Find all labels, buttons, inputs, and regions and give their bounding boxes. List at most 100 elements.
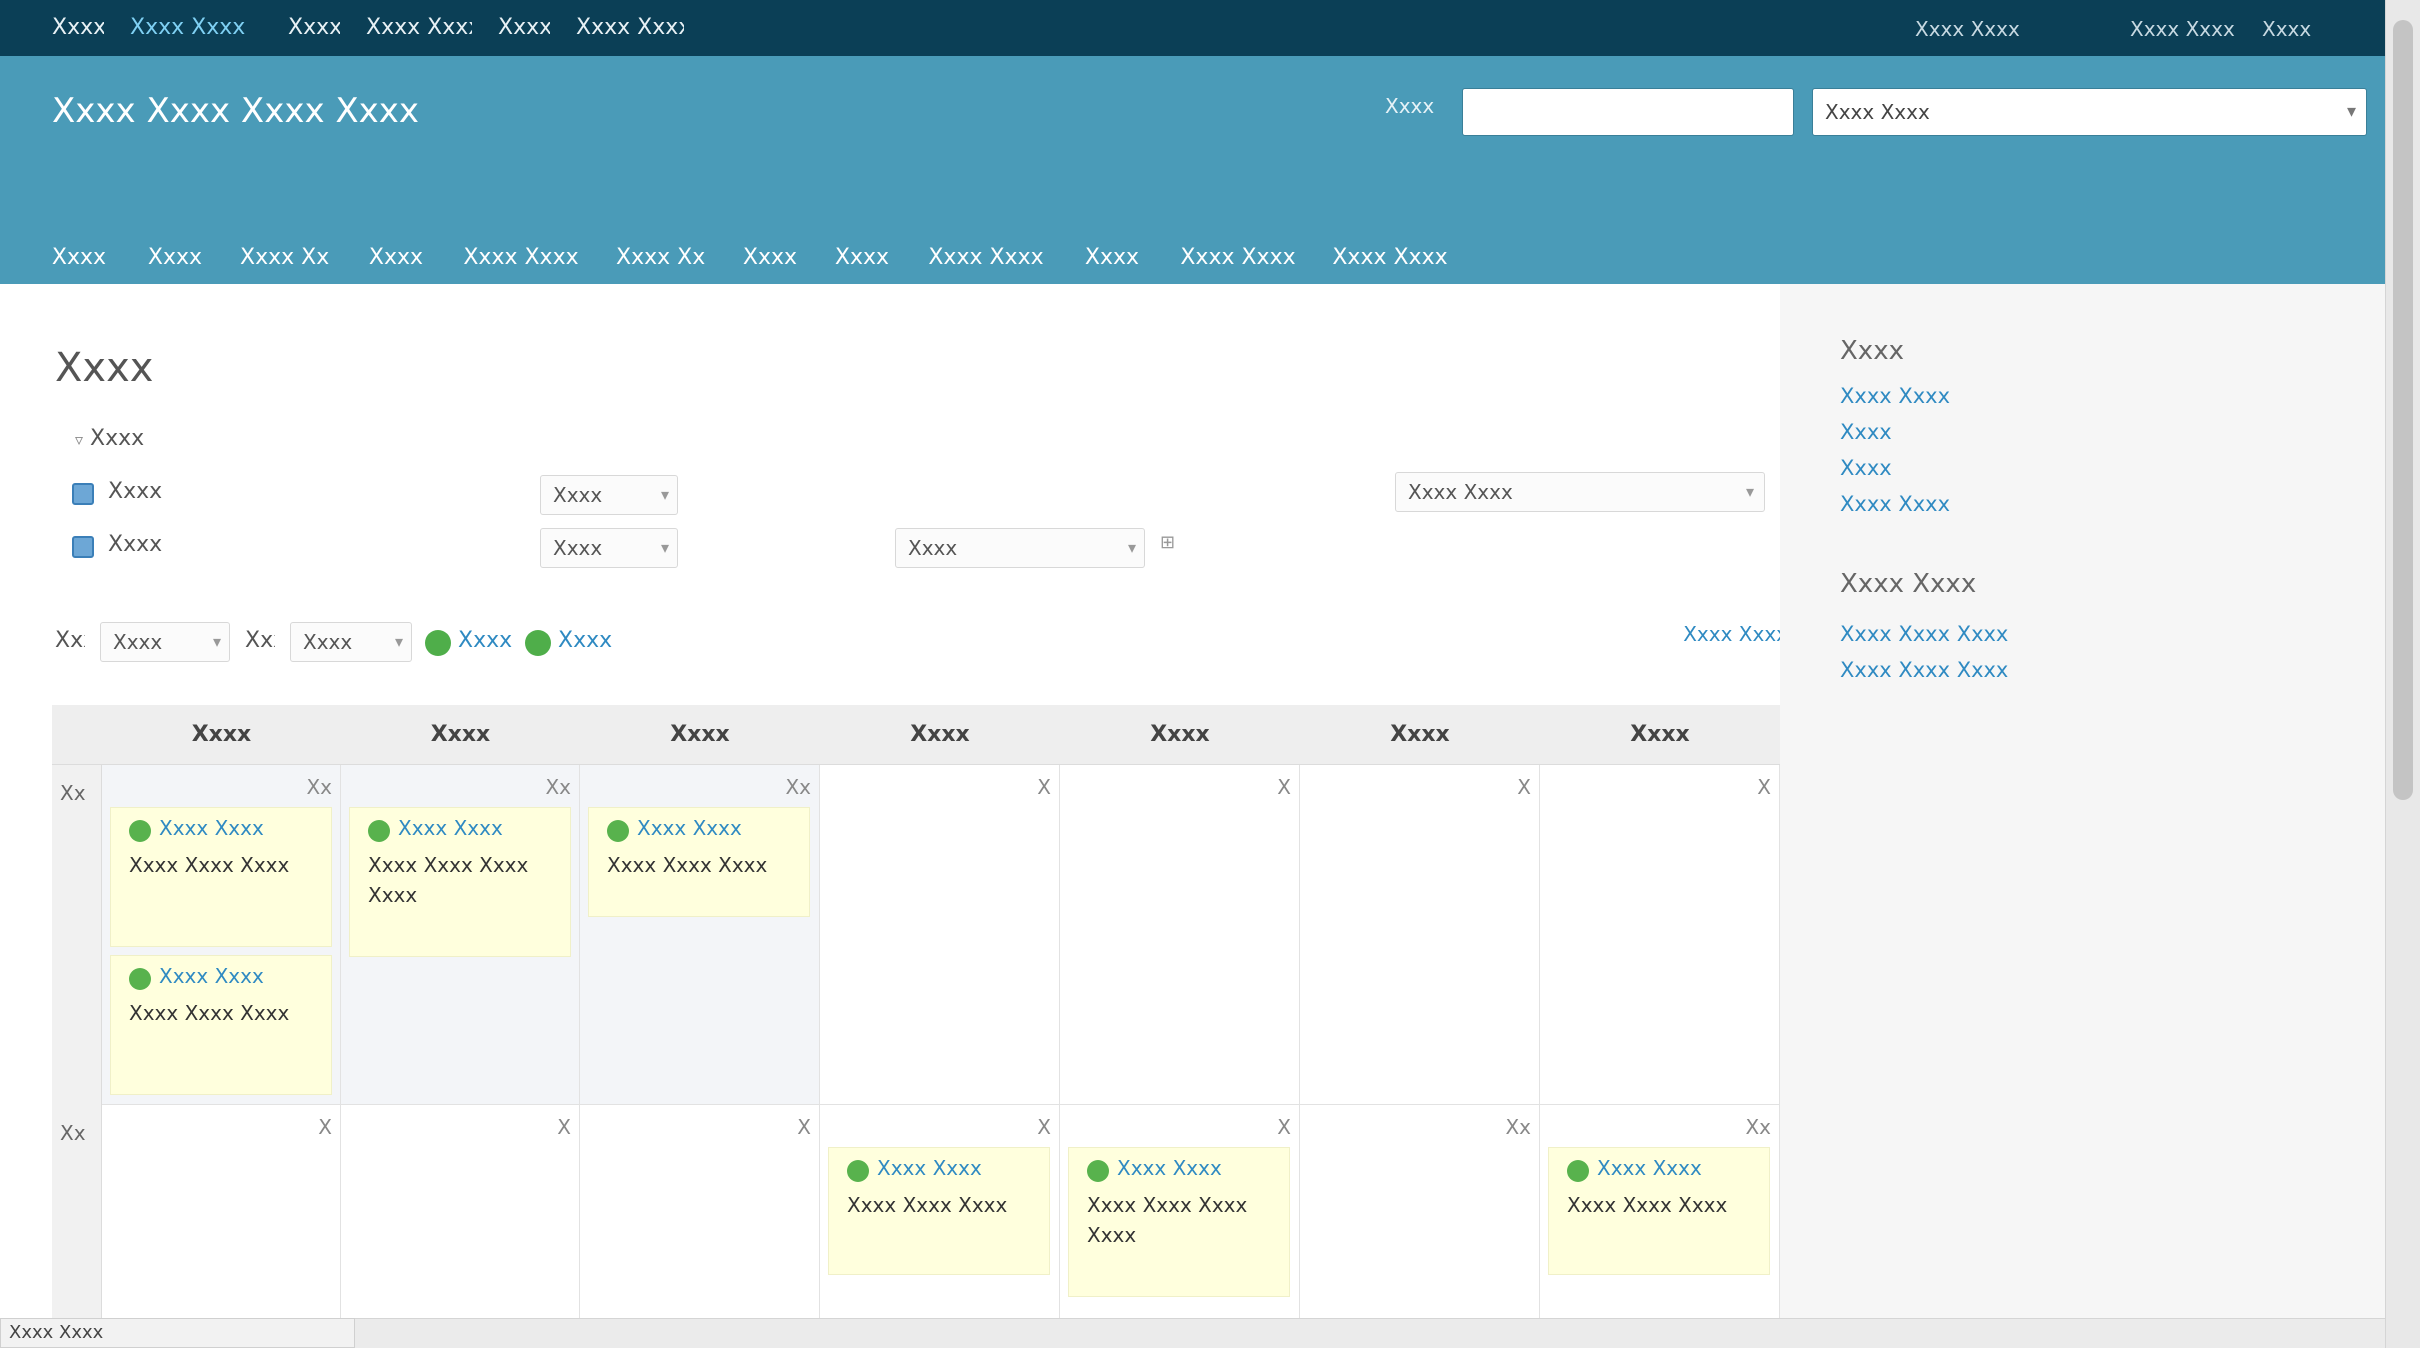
filter-name: Xxxx [108,532,163,557]
search-label: Xxxx [1385,94,1435,118]
collapse-arrow-icon: ▿ [75,430,84,449]
day-cell: X [102,1105,341,1321]
filter-toggle[interactable]: ▿ Xxxx [75,426,195,460]
filter-name: Xxxx [108,479,163,504]
calendar-issue[interactable]: Xxxx Xxxx Xxxx Xxxx Xxxx [110,807,332,947]
sign-out-link[interactable]: Xxxx [2262,17,2324,41]
issue-link[interactable]: Xxxx Xxxx [398,816,558,846]
chevron-down-icon: ▾ [2346,101,2356,122]
apply-link[interactable]: Xxxx [458,628,518,658]
chevron-down-icon: ▾ [394,632,403,651]
year-select[interactable]: Xxxx ▾ [290,622,412,662]
issue-link[interactable]: Xxxx Xxxx [1597,1156,1757,1186]
header: Xxxx Xxxx Xxxx Xxxx Xxxx Xxxx Xxxx ▾ Xxx… [0,56,2385,284]
project-jump-select[interactable]: Xxxx Xxxx ▾ [1812,88,2367,136]
issue-status-icon [368,820,390,842]
filter-value-select[interactable]: Xxxx ▾ [895,528,1145,568]
checkbox-checked-icon[interactable] [72,536,94,558]
issue-link[interactable]: Xxxx Xxxx [1117,1156,1277,1186]
calendar-issue[interactable]: Xxxx Xxxx Xxxx Xxxx Xxxx [1548,1147,1770,1275]
weekday-header: Xxxx [670,722,730,747]
calendar-month-nav[interactable]: Xxxx Xxxx [1570,622,1788,652]
sidebar-link[interactable]: Xxxx [1840,420,2140,450]
month-select[interactable]: Xxxx ▾ [100,622,230,662]
project-jump-value: Xxxx Xxxx [1825,100,1930,124]
top-nav-item[interactable]: Xxxx Xxxx [130,15,262,41]
day-cell: Xx Xxxx Xxxx Xxxx Xxxx Xxxx [580,765,820,1105]
calendar-issue[interactable]: Xxxx Xxxx Xxxx Xxxx Xxxx Xxxx [1068,1147,1290,1297]
chevron-down-icon: ▾ [660,538,669,557]
week-number: Xx [60,1121,86,1145]
week-number-cell: Xx [52,1105,102,1321]
top-nav-item[interactable]: Xxxx Xxxx [576,15,684,41]
top-nav-item[interactable]: Xxxx Xxxx [366,15,472,41]
chevron-down-icon: ▾ [1127,538,1136,557]
weekday-header: Xxxx [910,722,970,747]
checkbox-checked-icon[interactable] [72,483,94,505]
sidebar-link[interactable]: Xxxx Xxxx Xxxx [1840,658,2260,688]
top-nav-item[interactable]: Xxxx [498,15,550,41]
day-number: Xx [1505,1115,1531,1139]
calendar-issue[interactable]: Xxxx Xxxx Xxxx Xxxx Xxxx [828,1147,1050,1275]
main-tab[interactable]: Xxxx [366,238,426,284]
main-tab[interactable]: Xxxx [742,238,798,284]
weekday-header: Xxxx [191,722,252,747]
main-tab[interactable]: Xxxx [48,238,110,284]
main-tab[interactable]: Xxxx [145,238,205,284]
day-number: X [1037,775,1051,799]
toggle-multi-select-icon[interactable]: ⊞ [1160,532,1175,553]
horizontal-scrollbar[interactable] [0,1318,2385,1348]
vertical-scrollbar-thumb[interactable] [2393,20,2413,800]
reload-icon [525,630,551,656]
issue-link[interactable]: Xxxx Xxxx [159,816,319,846]
issue-subject: Xxxx Xxxx Xxxx [847,1193,1008,1217]
month-label: Xxxx [55,628,85,653]
day-cell: Xx [1300,1105,1540,1321]
main-tab[interactable]: Xxxx [1082,238,1142,284]
search-input[interactable] [1462,88,1794,136]
main-tab[interactable]: Xxxx Xxxx [1332,238,1448,284]
issue-link[interactable]: Xxxx Xxxx [877,1156,1037,1186]
filter-operator-select[interactable]: Xxxx ▾ [540,475,678,515]
main-tab[interactable]: Xxxx Xxxx [926,238,1046,284]
issue-status-icon [1087,1160,1109,1182]
main-tab[interactable]: Xxxx Xxxx [462,238,580,284]
calendar-issue[interactable]: Xxxx Xxxx Xxxx Xxxx Xxxx [588,807,810,917]
issue-status-icon [1567,1160,1589,1182]
sidebar-heading: Xxxx [1840,336,1904,366]
calendar-header: Xxxx Xxxx Xxxx Xxxx Xxxx Xxxx Xxxx [52,705,1780,765]
issue-subject: Xxxx Xxxx Xxxx [607,853,768,877]
check-icon [425,630,451,656]
day-number: X [797,1115,811,1139]
main-tab[interactable]: Xxxx [834,238,890,284]
top-nav-item[interactable]: Xxxx [52,15,104,41]
day-cell: Xx Xxxx Xxxx Xxxx Xxxx Xxxx Xxxx Xxxx Xx… [102,765,341,1105]
calendar-issue[interactable]: Xxxx Xxxx Xxxx Xxxx Xxxx [110,955,332,1095]
clear-link[interactable]: Xxxx [558,628,618,658]
status-bar-url: Xxxx Xxxx [0,1318,355,1348]
day-cell: X [580,1105,820,1321]
main-tab[interactable]: Xxxx Xxxx [240,238,330,284]
main-tab[interactable]: Xxxx Xxxx [1178,238,1298,284]
sidebar-link[interactable]: Xxxx Xxxx [1840,492,2140,522]
filter-operator-select[interactable]: Xxxx ▾ [540,528,678,568]
filter-row: Xxxx [72,528,572,568]
day-cell: X [820,765,1060,1105]
sidebar-link[interactable]: Xxxx Xxxx Xxxx [1840,622,2260,652]
add-filter-select[interactable]: Xxxx Xxxx ▾ [1395,472,1765,512]
issue-link[interactable]: Xxxx Xxxx [637,816,797,846]
top-nav-item[interactable]: Xxxx [288,15,340,41]
week-number-cell: Xx [52,765,102,1105]
year-label: Xxxx [245,628,275,653]
main-tab[interactable]: Xxxx Xxxx [616,238,706,284]
sidebar-link[interactable]: Xxxx Xxxx [1840,384,2140,414]
day-cell: X Xxxx Xxxx Xxxx Xxxx Xxxx Xxxx [1060,1105,1300,1321]
calendar-issue[interactable]: Xxxx Xxxx Xxxx Xxxx Xxxx Xxxx [349,807,571,957]
issue-link[interactable]: Xxxx Xxxx [159,964,319,994]
sidebar-link[interactable]: Xxxx [1840,456,2140,486]
my-account-link[interactable]: Xxxx Xxxx [2130,17,2238,41]
issue-subject: Xxxx Xxxx Xxxx Xxxx [368,853,529,907]
filter-operator-value: Xxxx [553,483,603,507]
page-title: Xxxx [55,345,154,391]
issue-subject: Xxxx Xxxx Xxxx [129,853,290,877]
